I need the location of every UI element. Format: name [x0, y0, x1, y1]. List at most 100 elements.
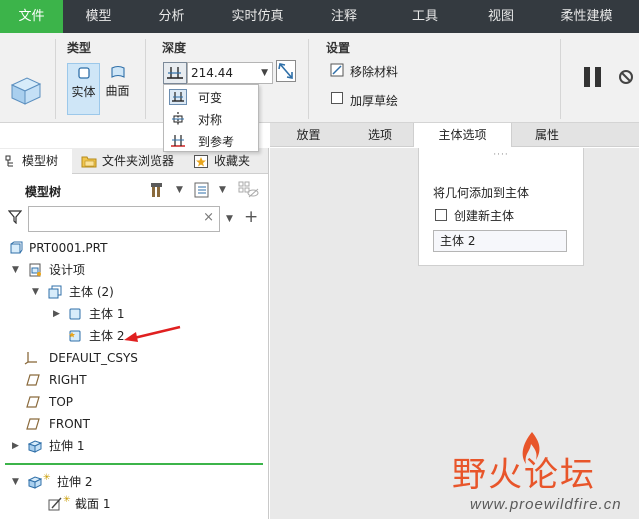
favorites-icon	[194, 155, 208, 168]
tree-item-top-plane[interactable]: TOP	[8, 392, 263, 412]
chevron-down-icon[interactable]: ▼	[32, 282, 39, 302]
menu-tab-flexible-modeling[interactable]: 柔性建模	[534, 0, 639, 33]
flip-direction-icon[interactable]	[276, 60, 296, 82]
create-new-body-label[interactable]: 创建新主体	[454, 207, 514, 224]
solid-button[interactable]: 实体	[67, 63, 100, 115]
menu-tab-file[interactable]: 文件	[0, 0, 63, 33]
tree-settings-icon[interactable]	[194, 182, 210, 198]
menu-tab-view[interactable]: 视图	[468, 0, 534, 33]
add-icon[interactable]: +	[244, 207, 258, 227]
tab-options[interactable]: 选项	[347, 123, 413, 147]
depth-option-symmetric[interactable]: 对称	[164, 108, 258, 130]
close-icon[interactable]: ×	[203, 210, 214, 225]
insert-indicator[interactable]	[5, 463, 263, 465]
tree-item-design-items[interactable]: ▼ 设计项	[8, 260, 263, 280]
tree-item-default-csys[interactable]: DEFAULT_CSYS	[8, 348, 263, 368]
forum-watermark-url: www.proewildfire.cn	[470, 496, 622, 513]
tab-model-tree[interactable]: 模型树	[0, 149, 72, 174]
menu-tab-model[interactable]: 模型	[63, 0, 134, 33]
chevron-down-icon[interactable]: ▼	[226, 214, 233, 224]
thicken-sketch-label[interactable]: 加厚草绘	[350, 92, 398, 109]
tree-tools-icon[interactable]	[150, 182, 168, 198]
tab-properties[interactable]: 属性	[512, 123, 582, 147]
tree-item-part[interactable]: PRT0001.PRT	[8, 238, 263, 258]
depth-type-dropdown: 可变 对称 到参考	[163, 84, 259, 152]
remove-material-icon[interactable]	[330, 63, 344, 77]
tree-item-label: 拉伸 1	[49, 439, 85, 453]
depth-option-variable[interactable]: 可变	[164, 86, 258, 108]
remove-material-label[interactable]: 移除材料	[350, 63, 398, 80]
ribbon: 类型 实体 曲面 深度 214.44 ▼ 设置 移除材料 加厚草绘	[0, 33, 639, 123]
extrude-feature-icon	[10, 77, 42, 105]
csys-icon	[24, 352, 37, 365]
chevron-right-icon[interactable]: ▶	[12, 436, 19, 456]
depth-value: 214.44	[191, 66, 233, 80]
folder-icon	[81, 156, 97, 168]
chevron-down-icon[interactable]: ▼	[261, 63, 268, 83]
show-hide-icon[interactable]	[238, 181, 260, 199]
tab-favorites[interactable]: 收藏夹	[190, 149, 264, 174]
model-tree-icon	[5, 155, 13, 167]
create-new-body-checkbox[interactable]	[435, 209, 447, 221]
tree-item-label: 设计项	[49, 263, 86, 277]
tree-item-label: TOP	[49, 395, 74, 409]
variable-option-label: 可变	[198, 91, 223, 105]
symmetric-depth-icon	[172, 112, 184, 126]
tree-item-right-plane[interactable]: RIGHT	[8, 370, 263, 390]
tree-item-label: DEFAULT_CSYS	[49, 351, 138, 365]
chevron-down-icon[interactable]: ▼	[219, 185, 226, 195]
tree-item-extrude-1[interactable]: ▶ 拉伸 1	[8, 436, 263, 456]
filter-icon[interactable]	[8, 210, 22, 224]
tree-filter-input[interactable]: ×	[28, 206, 220, 232]
design-items-icon	[29, 263, 41, 277]
tree-item-section-1[interactable]: ✳ 截面 1	[8, 494, 263, 514]
ribbon-separator	[308, 39, 309, 119]
tree-item-front-plane[interactable]: FRONT	[8, 414, 263, 434]
body-options-panel: ···· 将几何添加到主体 创建新主体 主体 2	[418, 148, 584, 266]
tab-placement[interactable]: 放置	[270, 123, 347, 147]
variable-depth-icon	[169, 89, 187, 105]
chevron-down-icon[interactable]: ▼	[176, 185, 183, 195]
add-geometry-label: 将几何添加到主体	[433, 186, 530, 200]
tree-item-body-1[interactable]: ▶ 主体 1	[8, 304, 263, 324]
datum-plane-icon	[26, 418, 40, 430]
feature-subtabs: 放置 选项 主体选项 属性	[270, 123, 639, 147]
tree-item-extrude-2[interactable]: ▼ ✳ 拉伸 2	[8, 472, 263, 492]
tree-item-label: RIGHT	[49, 373, 87, 387]
depth-group-label: 深度	[162, 41, 187, 55]
menu-tab-simulation[interactable]: 实时仿真	[209, 0, 306, 33]
depth-value-input[interactable]: 214.44 ▼	[187, 62, 273, 84]
to-reference-depth-icon	[171, 135, 185, 147]
panel-grip-icon[interactable]: ····	[419, 150, 583, 160]
favorites-tab-label: 收藏夹	[214, 154, 251, 168]
solid-label: 实体	[71, 85, 96, 99]
model-tree-header: 模型树	[25, 185, 62, 199]
datum-plane-icon	[26, 374, 40, 386]
cancel-icon[interactable]	[619, 70, 633, 84]
chevron-down-icon[interactable]: ▼	[12, 260, 19, 280]
to-reference-option-label: 到参考	[198, 135, 235, 149]
tab-body-options[interactable]: 主体选项	[413, 123, 512, 147]
depth-option-to-reference[interactable]: 到参考	[164, 130, 258, 152]
chevron-down-icon[interactable]: ▼	[12, 472, 19, 492]
menu-tab-tools[interactable]: 工具	[382, 0, 468, 33]
tree-item-label: 截面 1	[75, 497, 111, 511]
depth-type-button[interactable]	[163, 62, 187, 84]
tab-folder-browser[interactable]: 文件夹浏览器	[78, 149, 184, 174]
tree-item-label: 主体 1	[89, 307, 125, 321]
settings-group-label: 设置	[326, 41, 351, 55]
ribbon-separator	[145, 39, 146, 119]
tree-item-label: PRT0001.PRT	[29, 241, 108, 255]
menu-tab-analysis[interactable]: 分析	[134, 0, 209, 33]
surface-button[interactable]: 曲面	[101, 63, 134, 115]
folder-browser-tab-label: 文件夹浏览器	[102, 154, 175, 168]
chevron-right-icon[interactable]: ▶	[53, 304, 60, 324]
menu-tab-annotate[interactable]: 注释	[306, 0, 382, 33]
pause-icon[interactable]	[582, 66, 604, 88]
body-selector-field[interactable]: 主体 2	[433, 230, 567, 252]
tree-item-label: 拉伸 2	[57, 475, 93, 489]
part-icon	[10, 241, 23, 254]
thicken-sketch-checkbox[interactable]	[331, 92, 343, 104]
model-tree-tab-label: 模型树	[22, 154, 59, 168]
tree-item-bodies[interactable]: ▼ 主体 (2)	[8, 282, 263, 302]
